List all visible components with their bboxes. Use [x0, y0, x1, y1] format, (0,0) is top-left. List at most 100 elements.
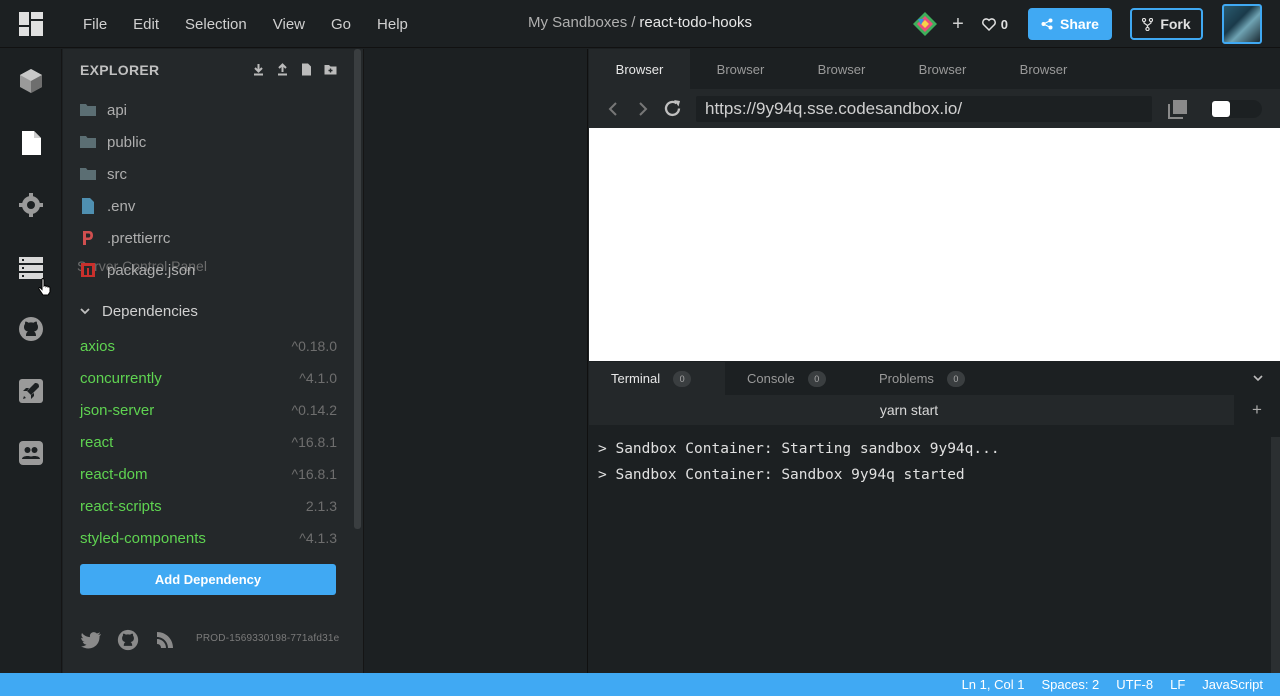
tab-label: Terminal	[611, 371, 661, 386]
dependency-item[interactable]: react-dom ^16.8.1	[80, 464, 337, 484]
browser-tabs: Browser Browser Browser Browser Browser	[589, 49, 1280, 89]
file-item-package-json[interactable]: package.json	[80, 260, 195, 280]
new-file-icon[interactable]	[300, 63, 313, 76]
settings-gear-icon[interactable]	[18, 192, 44, 218]
toolbar-right: + 0 Share Fork	[912, 4, 1262, 44]
file-item-prettierrc[interactable]: .prettierrc	[80, 228, 170, 248]
spectrum-icon[interactable]	[154, 629, 176, 651]
terminal-output[interactable]: > Sandbox Container: Starting sandbox 9y…	[598, 436, 1000, 488]
folder-icon	[80, 168, 96, 180]
forward-arrow-icon[interactable]	[633, 100, 651, 118]
codesandbox-window: File Edit Selection View Go Help My Sand…	[0, 0, 1280, 696]
run-command-label[interactable]: yarn start	[589, 395, 1229, 425]
like-count: 0	[1000, 16, 1008, 32]
chevron-down-icon[interactable]	[1252, 372, 1264, 384]
menu-bar: File Edit Selection View Go Help	[70, 0, 421, 48]
dependency-name: styled-components	[80, 529, 206, 547]
user-avatar[interactable]	[1222, 4, 1262, 44]
explorer-footer-links	[80, 629, 176, 651]
line-ending-setting[interactable]: LF	[1170, 677, 1185, 692]
folder-link[interactable]: My Sandboxes	[528, 14, 627, 31]
explorer-actions	[241, 63, 337, 76]
dependency-version: ^4.1.3	[299, 530, 337, 546]
explorer-file-icon[interactable]	[18, 130, 44, 156]
download-icon[interactable]	[252, 63, 265, 76]
deploy-rocket-icon[interactable]	[18, 378, 44, 404]
browser-address-bar: https://9y94q.sse.codesandbox.io/	[589, 89, 1280, 128]
terminal-scrollbar[interactable]	[1271, 437, 1280, 673]
open-new-window-icon[interactable]	[1168, 99, 1188, 119]
github-icon[interactable]	[18, 316, 44, 342]
add-dependency-button[interactable]: Add Dependency	[80, 564, 336, 595]
file-item-env[interactable]: .env	[80, 196, 135, 216]
explorer-scrollbar[interactable]	[354, 49, 361, 529]
dependency-name: json-server	[80, 401, 155, 419]
tab-count-badge: 0	[807, 370, 826, 387]
refresh-icon[interactable]	[662, 98, 683, 119]
dependency-item[interactable]: react-scripts 2.1.3	[80, 496, 337, 516]
file-item-api[interactable]: api	[80, 100, 127, 120]
tab-label: Console	[747, 371, 795, 386]
browser-tab[interactable]: Browser	[589, 49, 690, 89]
language-mode[interactable]: JavaScript	[1202, 677, 1263, 692]
menu-help[interactable]: Help	[364, 16, 421, 33]
twitter-icon[interactable]	[80, 629, 102, 651]
dependency-item[interactable]: react ^16.8.1	[80, 432, 337, 452]
fork-button[interactable]: Fork	[1130, 8, 1203, 40]
menu-go[interactable]: Go	[318, 16, 364, 33]
browser-tab[interactable]: Browser	[791, 49, 892, 89]
dependency-version: ^0.14.2	[291, 402, 338, 418]
responsive-toggle[interactable]	[1210, 100, 1262, 118]
menu-file[interactable]: File	[70, 16, 120, 33]
sandbox-badge-icon[interactable]	[912, 11, 938, 37]
new-folder-icon[interactable]	[324, 63, 337, 76]
menu-selection[interactable]: Selection	[172, 16, 260, 33]
file-name: src	[107, 165, 127, 183]
share-button[interactable]: Share	[1028, 8, 1112, 40]
file-name: api	[107, 101, 128, 119]
dependency-item[interactable]: axios ^0.18.0	[80, 336, 337, 356]
browser-tab[interactable]: Browser	[993, 49, 1094, 89]
file-name: .env	[107, 197, 136, 215]
hand-cursor-icon	[38, 278, 51, 296]
terminal-tabs: Terminal 0 Console 0 Problems 0	[589, 362, 1280, 395]
like-button[interactable]: 0	[981, 16, 1008, 32]
url-input[interactable]: https://9y94q.sse.codesandbox.io/	[696, 96, 1152, 122]
upload-icon[interactable]	[276, 63, 289, 76]
dependency-item[interactable]: concurrently ^4.1.0	[80, 368, 337, 388]
cursor-position[interactable]: Ln 1, Col 1	[962, 677, 1025, 692]
indentation-setting[interactable]: Spaces: 2	[1041, 677, 1099, 692]
github-icon[interactable]	[117, 629, 139, 651]
dependency-item[interactable]: json-server ^0.14.2	[80, 400, 337, 420]
dependency-name: react-dom	[80, 465, 148, 483]
editor-area[interactable]	[363, 49, 588, 673]
browser-tab[interactable]: Browser	[690, 49, 791, 89]
status-bar: Ln 1, Col 1 Spaces: 2 UTF-8 LF JavaScrip…	[0, 673, 1280, 696]
sandbox-info-cube-icon[interactable]	[18, 68, 44, 94]
dependency-name: react	[80, 433, 114, 451]
file-item-public[interactable]: public	[80, 132, 146, 152]
dashboard-logo-icon[interactable]	[19, 12, 43, 36]
sandbox-name[interactable]: react-todo-hooks	[639, 14, 752, 31]
menu-edit[interactable]: Edit	[120, 16, 172, 33]
tab-problems[interactable]: Problems 0	[857, 362, 987, 395]
tab-label: Problems	[879, 371, 934, 386]
encoding-setting[interactable]: UTF-8	[1116, 677, 1153, 692]
file-name: .prettierrc	[107, 229, 171, 247]
back-arrow-icon[interactable]	[605, 100, 623, 118]
dependency-version: ^16.8.1	[291, 434, 338, 450]
menu-view[interactable]: View	[260, 16, 318, 33]
tab-console[interactable]: Console 0	[725, 362, 857, 395]
tab-terminal[interactable]: Terminal 0	[589, 362, 725, 395]
live-collaboration-icon[interactable]	[18, 440, 44, 466]
file-item-src[interactable]: src	[80, 164, 127, 184]
npm-icon	[81, 263, 95, 277]
terminal-line: > Sandbox Container: Sandbox 9y94q start…	[598, 467, 965, 483]
new-sandbox-button[interactable]: +	[952, 14, 964, 34]
file-icon	[82, 198, 94, 214]
browser-tab[interactable]: Browser	[892, 49, 993, 89]
dependencies-header[interactable]: Dependencies	[80, 303, 198, 320]
add-terminal-button[interactable]: +	[1234, 395, 1280, 425]
browser-preview[interactable]	[589, 128, 1280, 361]
dependency-item[interactable]: styled-components ^4.1.3	[80, 528, 337, 548]
